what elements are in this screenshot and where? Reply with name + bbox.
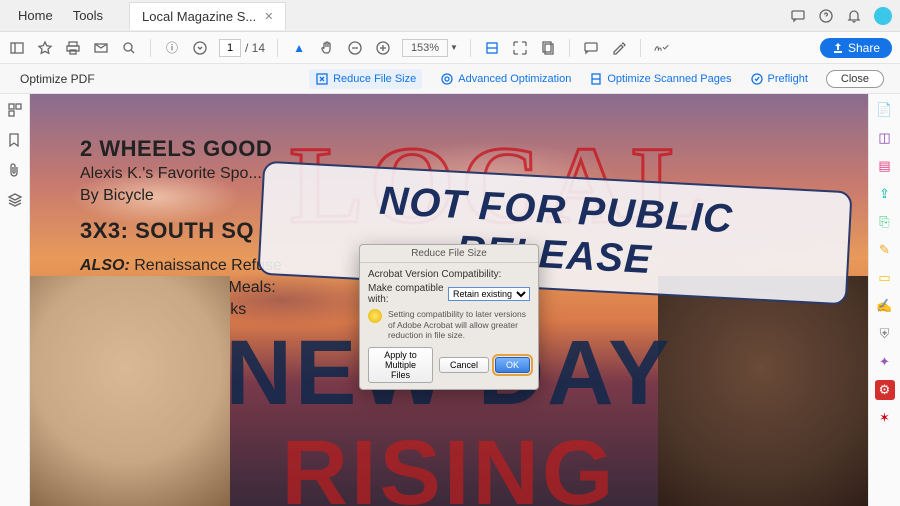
preflight-tool[interactable]: Preflight [750, 72, 808, 86]
organize-icon[interactable]: ⎘ [875, 212, 895, 232]
make-compatible-label: Make compatible with: [368, 283, 444, 305]
export-icon[interactable]: ⇪ [875, 184, 895, 204]
gear-icon [440, 72, 454, 86]
create-pdf-icon[interactable]: 📄 [875, 100, 895, 120]
attachment-icon[interactable] [7, 162, 23, 178]
advanced-optimization-tool[interactable]: Advanced Optimization [440, 72, 571, 86]
zoom-out-icon[interactable] [346, 39, 364, 57]
fit-width-icon[interactable] [483, 39, 501, 57]
reduce-file-size-dialog: Reduce File Size Acrobat Version Compati… [359, 244, 539, 390]
workspace: LOCAL 2 WHEELS GOOD Alexis K.'s Favorite… [0, 94, 900, 506]
highlight-icon[interactable] [610, 39, 628, 57]
document-canvas[interactable]: LOCAL 2 WHEELS GOOD Alexis K.'s Favorite… [30, 94, 868, 506]
select-tool-icon[interactable]: ▲ [290, 39, 308, 57]
teaser-1-heading: 2 WHEELS GOOD [80, 136, 340, 162]
apply-multiple-button[interactable]: Apply to Multiple Files [368, 347, 433, 383]
optimize-tool-icon[interactable]: ⚙ [875, 380, 895, 400]
preflight-icon [750, 72, 764, 86]
combine-icon[interactable]: ◫ [875, 128, 895, 148]
sidebar-toggle-icon[interactable] [8, 39, 26, 57]
share-label: Share [848, 41, 880, 55]
document-tab[interactable]: Local Magazine S... ✕ [129, 2, 286, 30]
lightbulb-icon [368, 309, 382, 323]
send-icon[interactable]: ✎ [875, 240, 895, 260]
compatibility-label: Acrobat Version Compatibility: [368, 269, 530, 280]
search-icon[interactable] [120, 39, 138, 57]
compress-icon [315, 72, 329, 86]
ok-button[interactable]: OK [495, 357, 530, 373]
comment-tool-icon[interactable]: ▭ [875, 268, 895, 288]
print-icon[interactable] [64, 39, 82, 57]
cancel-button[interactable]: Cancel [439, 357, 489, 373]
close-tool-button[interactable]: Close [826, 70, 884, 88]
email-icon[interactable] [92, 39, 110, 57]
protect-icon[interactable]: ⛨ [875, 324, 895, 344]
more-tools-icon[interactable]: ✦ [875, 352, 895, 372]
dialog-tip-text: Setting compatibility to later versions … [388, 309, 530, 341]
advanced-label: Advanced Optimization [458, 73, 571, 85]
optimize-subbar: Optimize PDF Reduce File Size Advanced O… [0, 64, 900, 94]
page-current-input[interactable] [219, 39, 241, 57]
bell-icon[interactable] [846, 8, 862, 24]
close-tab-icon[interactable]: ✕ [264, 10, 273, 23]
chat-icon[interactable] [790, 8, 806, 24]
page-indicator: / 14 [219, 39, 265, 57]
main-toolbar: ⓘ / 14 ▲ 153% ▼ Share [0, 32, 900, 64]
scanned-label: Optimize Scanned Pages [607, 73, 731, 85]
separator [640, 39, 641, 57]
document-tab-label: Local Magazine S... [142, 9, 256, 24]
preflight-label: Preflight [768, 73, 808, 85]
separator [569, 39, 570, 57]
chevron-down-icon[interactable]: ▼ [450, 43, 458, 52]
subbar-title: Optimize PDF [20, 72, 95, 86]
scan-icon [589, 72, 603, 86]
home-tab[interactable]: Home [8, 2, 63, 29]
headline-2: RISING [30, 421, 868, 506]
thumbnails-icon[interactable] [7, 102, 23, 118]
comment-icon[interactable] [582, 39, 600, 57]
fit-page-icon[interactable] [511, 39, 529, 57]
left-nav-rail [0, 94, 30, 506]
separator [277, 39, 278, 57]
hand-tool-icon[interactable] [318, 39, 336, 57]
extra-tool-icon[interactable]: ✶ [875, 408, 895, 428]
reduce-file-size-tool[interactable]: Reduce File Size [309, 69, 422, 89]
dialog-title: Reduce File Size [360, 245, 538, 263]
share-icon [832, 42, 844, 54]
reduce-label: Reduce File Size [333, 73, 416, 85]
teaser-3-em: ALSO: [80, 257, 130, 274]
fill-sign-icon[interactable]: ✍ [875, 296, 895, 316]
share-button[interactable]: Share [820, 38, 892, 58]
help-icon[interactable] [818, 8, 834, 24]
page-total-label: / 14 [245, 41, 265, 55]
zoom-value[interactable]: 153% [402, 39, 448, 57]
separator [150, 39, 151, 57]
rotate-icon[interactable] [539, 39, 557, 57]
page-up-icon[interactable]: ⓘ [163, 39, 181, 57]
tools-tab[interactable]: Tools [63, 2, 113, 29]
bookmark-icon[interactable] [7, 132, 23, 148]
user-avatar[interactable] [874, 7, 892, 25]
star-icon[interactable] [36, 39, 54, 57]
edit-pdf-icon[interactable]: ▤ [875, 156, 895, 176]
page-down-icon[interactable] [191, 39, 209, 57]
right-tool-rail: 📄 ◫ ▤ ⇪ ⎘ ✎ ▭ ✍ ⛨ ✦ ⚙ ✶ [868, 94, 900, 506]
compatibility-select[interactable]: Retain existing [448, 287, 530, 301]
separator [470, 39, 471, 57]
zoom-in-icon[interactable] [374, 39, 392, 57]
optimize-scanned-tool[interactable]: Optimize Scanned Pages [589, 72, 731, 86]
zoom-control[interactable]: 153% ▼ [402, 39, 458, 57]
app-topbar: Home Tools Local Magazine S... ✕ [0, 0, 900, 32]
layers-icon[interactable] [7, 192, 23, 208]
page-view: LOCAL 2 WHEELS GOOD Alexis K.'s Favorite… [30, 94, 868, 506]
sign-icon[interactable] [653, 39, 671, 57]
